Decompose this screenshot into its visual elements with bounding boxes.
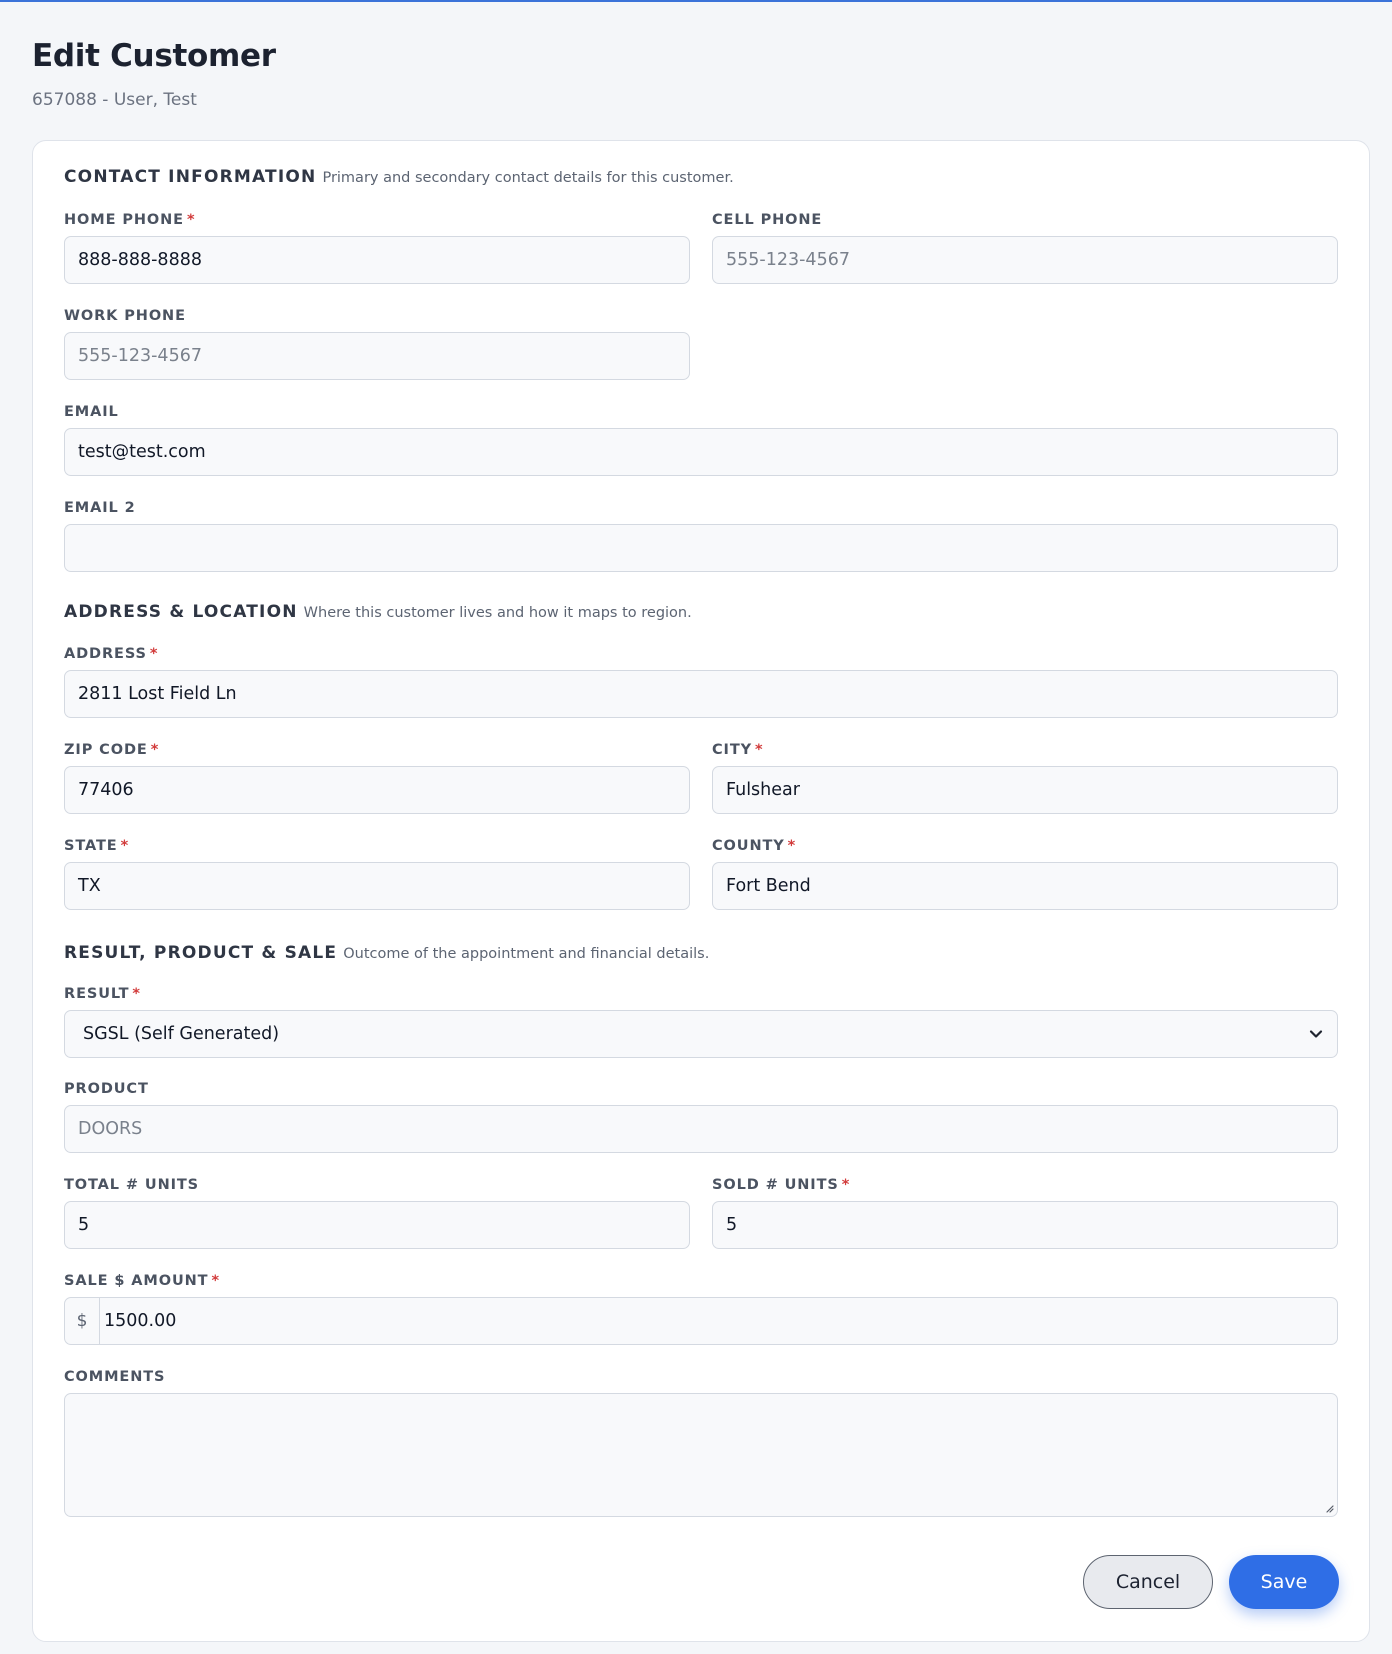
email2-input[interactable] [64, 524, 1338, 572]
home-phone-label-text: HOME PHONE [64, 212, 184, 228]
city-label: CITY * [712, 742, 764, 758]
total-units-input[interactable]: 5 [64, 1201, 690, 1249]
zip-label-text: ZIP CODE [64, 742, 148, 758]
address-section-header: ADDRESS & LOCATION Where this customer li… [64, 602, 692, 622]
result-selected-value: SGSL (Self Generated) [83, 1024, 280, 1044]
required-marker: * [186, 212, 196, 228]
state-label-text: STATE [64, 838, 118, 854]
total-units-label: TOTAL # UNITS [64, 1177, 200, 1193]
address-label: ADDRESS * [64, 646, 158, 662]
sold-units-input[interactable]: 5 [712, 1201, 1338, 1249]
result-select[interactable]: SGSL (Self Generated) [64, 1010, 1338, 1058]
result-section-title: RESULT, PRODUCT & SALE [64, 943, 338, 963]
address-section-title: ADDRESS & LOCATION [64, 602, 298, 622]
county-label: COUNTY * [712, 838, 796, 854]
zip-label: ZIP CODE * [64, 742, 159, 758]
required-marker: * [755, 742, 764, 758]
email-label: EMAIL [64, 404, 119, 420]
sold-units-label: SOLD # UNITS * [712, 1177, 850, 1193]
result-section-header: RESULT, PRODUCT & SALE Outcome of the app… [64, 943, 709, 963]
required-marker: * [787, 838, 797, 854]
customer-form-card: CONTACT INFORMATION Primary and secondary… [32, 140, 1370, 1642]
contact-section-header: CONTACT INFORMATION Primary and secondary… [64, 167, 734, 187]
city-input[interactable]: Fulshear [712, 766, 1338, 814]
result-label: RESULT * [64, 986, 141, 1002]
required-marker: * [120, 838, 130, 854]
work-phone-label: WORK PHONE [64, 308, 186, 324]
contact-section-description: Primary and secondary contact details fo… [322, 170, 734, 186]
county-input[interactable]: Fort Bend [712, 862, 1338, 910]
required-marker: * [841, 1177, 851, 1193]
currency-prefix: $ [64, 1297, 100, 1345]
address-label-text: ADDRESS [64, 646, 147, 662]
product-input[interactable]: DOORS [64, 1105, 1338, 1153]
result-section-description: Outcome of the appointment and financial… [343, 946, 710, 962]
comments-textarea[interactable] [64, 1393, 1338, 1517]
page-title: Edit Customer [32, 38, 276, 74]
edit-customer-page: Edit Customer 657088 - User, Test CONTAC… [0, 2, 1392, 1654]
state-input[interactable]: TX [64, 862, 690, 910]
comments-label: COMMENTS [64, 1369, 166, 1385]
cell-phone-label: CELL PHONE [712, 212, 823, 228]
required-marker: * [132, 986, 141, 1002]
work-phone-input[interactable]: 555-123-4567 [64, 332, 690, 380]
required-marker: * [150, 742, 160, 758]
contact-section-title: CONTACT INFORMATION [64, 167, 317, 187]
county-label-text: COUNTY [712, 838, 785, 854]
cell-phone-input[interactable]: 555-123-4567 [712, 236, 1338, 284]
save-button[interactable]: Save [1229, 1555, 1339, 1609]
state-label: STATE * [64, 838, 129, 854]
email2-label: EMAIL 2 [64, 500, 136, 516]
home-phone-input[interactable]: 888-888-8888 [64, 236, 690, 284]
resize-grip-icon[interactable] [1324, 1503, 1334, 1513]
product-label: PRODUCT [64, 1081, 149, 1097]
required-marker: * [211, 1273, 220, 1289]
cancel-button[interactable]: Cancel [1083, 1555, 1213, 1609]
city-label-text: CITY [712, 742, 753, 758]
result-label-text: RESULT [64, 986, 130, 1002]
zip-input[interactable]: 77406 [64, 766, 690, 814]
required-marker: * [149, 646, 159, 662]
sale-amount-input[interactable]: 1500.00 [99, 1297, 1338, 1345]
email-input[interactable]: test@test.com [64, 428, 1338, 476]
sold-units-label-text: SOLD # UNITS [712, 1177, 839, 1193]
customer-subtitle: 657088 - User, Test [32, 90, 197, 110]
sale-amount-label: SALE $ AMOUNT * [64, 1273, 220, 1289]
address-section-description: Where this customer lives and how it map… [303, 605, 692, 621]
home-phone-label: HOME PHONE * [64, 212, 195, 228]
chevron-down-icon [1309, 1030, 1323, 1038]
sale-amount-label-text: SALE $ AMOUNT [64, 1273, 209, 1289]
address-input[interactable]: 2811 Lost Field Ln [64, 670, 1338, 718]
